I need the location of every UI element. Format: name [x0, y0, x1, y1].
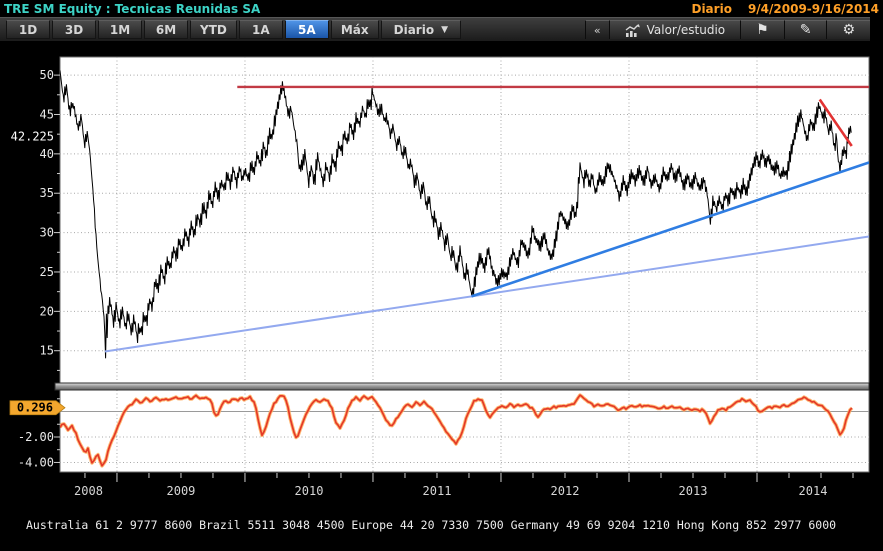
- study-value-label: 0.296: [17, 401, 53, 415]
- x-axis-year-label: 2014: [799, 484, 828, 498]
- date-range: 9/4/2009-9/16/2014: [747, 1, 879, 16]
- y-axis-label: 45: [40, 107, 54, 121]
- x-axis-year-label: 2013: [679, 484, 708, 498]
- y-axis-label: 25: [40, 265, 54, 279]
- y-axis-label: 30: [40, 226, 54, 240]
- flag-annotation-button[interactable]: ⚑: [740, 20, 784, 39]
- tab-1m[interactable]: 1M: [98, 20, 142, 39]
- period-dropdown[interactable]: Diario ▼: [380, 20, 461, 39]
- chart-icon: [625, 23, 640, 37]
- x-axis-year-label: 2010: [295, 484, 324, 498]
- y-axis-label: 50: [40, 68, 54, 82]
- bloomberg-terminal-window: TRE SM Equity : Tecnicas Reunidas SA Dia…: [0, 0, 883, 551]
- study-axis-label: -2.00: [18, 430, 54, 444]
- title-bar: TRE SM Equity : Tecnicas Reunidas SA Dia…: [0, 0, 883, 17]
- period-tab-bar: 1D 3D 1M 6M YTD 1A 5A Máx Diario ▼ « Valor/estu…: [0, 17, 870, 41]
- y-axis-label: 40: [40, 147, 54, 161]
- last-price-label: 42.225: [11, 129, 54, 143]
- y-axis-label: 20: [40, 304, 54, 318]
- collapse-icon: «: [593, 23, 601, 37]
- chevron-down-icon: ▼: [441, 24, 448, 35]
- collapse-toolbar-button[interactable]: «: [584, 20, 609, 39]
- panel-divider[interactable]: [54, 382, 870, 391]
- main-plot-area[interactable]: [59, 56, 870, 384]
- tab-6m[interactable]: 6M: [144, 20, 188, 39]
- period-dropdown-label: Diario: [393, 22, 435, 37]
- gear-icon: ⚙: [842, 22, 855, 38]
- security-title: TRE SM Equity : Tecnicas Reunidas SA: [4, 1, 261, 16]
- footer-contacts-line1: Australia 61 2 9777 8600 Brazil 5511 304…: [26, 518, 837, 532]
- x-axis-year-label: 2011: [423, 484, 452, 498]
- study-axis-label: -4.00: [18, 455, 54, 469]
- period-label: Diario: [691, 1, 732, 16]
- tab-ytd[interactable]: YTD: [190, 20, 237, 39]
- tab-3d[interactable]: 3D: [52, 20, 96, 39]
- x-axis-year-label: 2009: [167, 484, 196, 498]
- study-button[interactable]: Valor/estudio: [608, 20, 741, 39]
- settings-button[interactable]: ⚙: [826, 20, 870, 39]
- tab-1a[interactable]: 1A: [238, 20, 283, 39]
- x-axis-year-label: 2012: [551, 484, 580, 498]
- y-axis-label: 35: [40, 186, 54, 200]
- annotate-button[interactable]: ✎: [783, 20, 827, 39]
- tab-5a[interactable]: 5A: [284, 20, 329, 39]
- tab-1d[interactable]: 1D: [6, 20, 50, 39]
- study-button-label: Valor/estudio: [646, 23, 726, 37]
- tab-mx[interactable]: Máx: [330, 20, 379, 39]
- flag-icon: ⚑: [756, 22, 769, 38]
- chart-toolbar: « Valor/estudio ⚑ ✎ ⚙: [584, 20, 870, 39]
- x-axis-year-label: 2008: [74, 484, 103, 498]
- footer-info: Australia 61 2 9777 8600 Brazil 5511 304…: [26, 498, 852, 551]
- annotate-pencil-icon: ✎: [799, 22, 812, 38]
- chart-range-info: Diario 9/4/2009-9/16/2014: [691, 2, 879, 16]
- price-chart[interactable]: 15 20 25 30 35 40 45 50 42.225 -2.00 -4.00 0.296 200…: [0, 0, 883, 551]
- y-axis-label: 15: [40, 344, 54, 358]
